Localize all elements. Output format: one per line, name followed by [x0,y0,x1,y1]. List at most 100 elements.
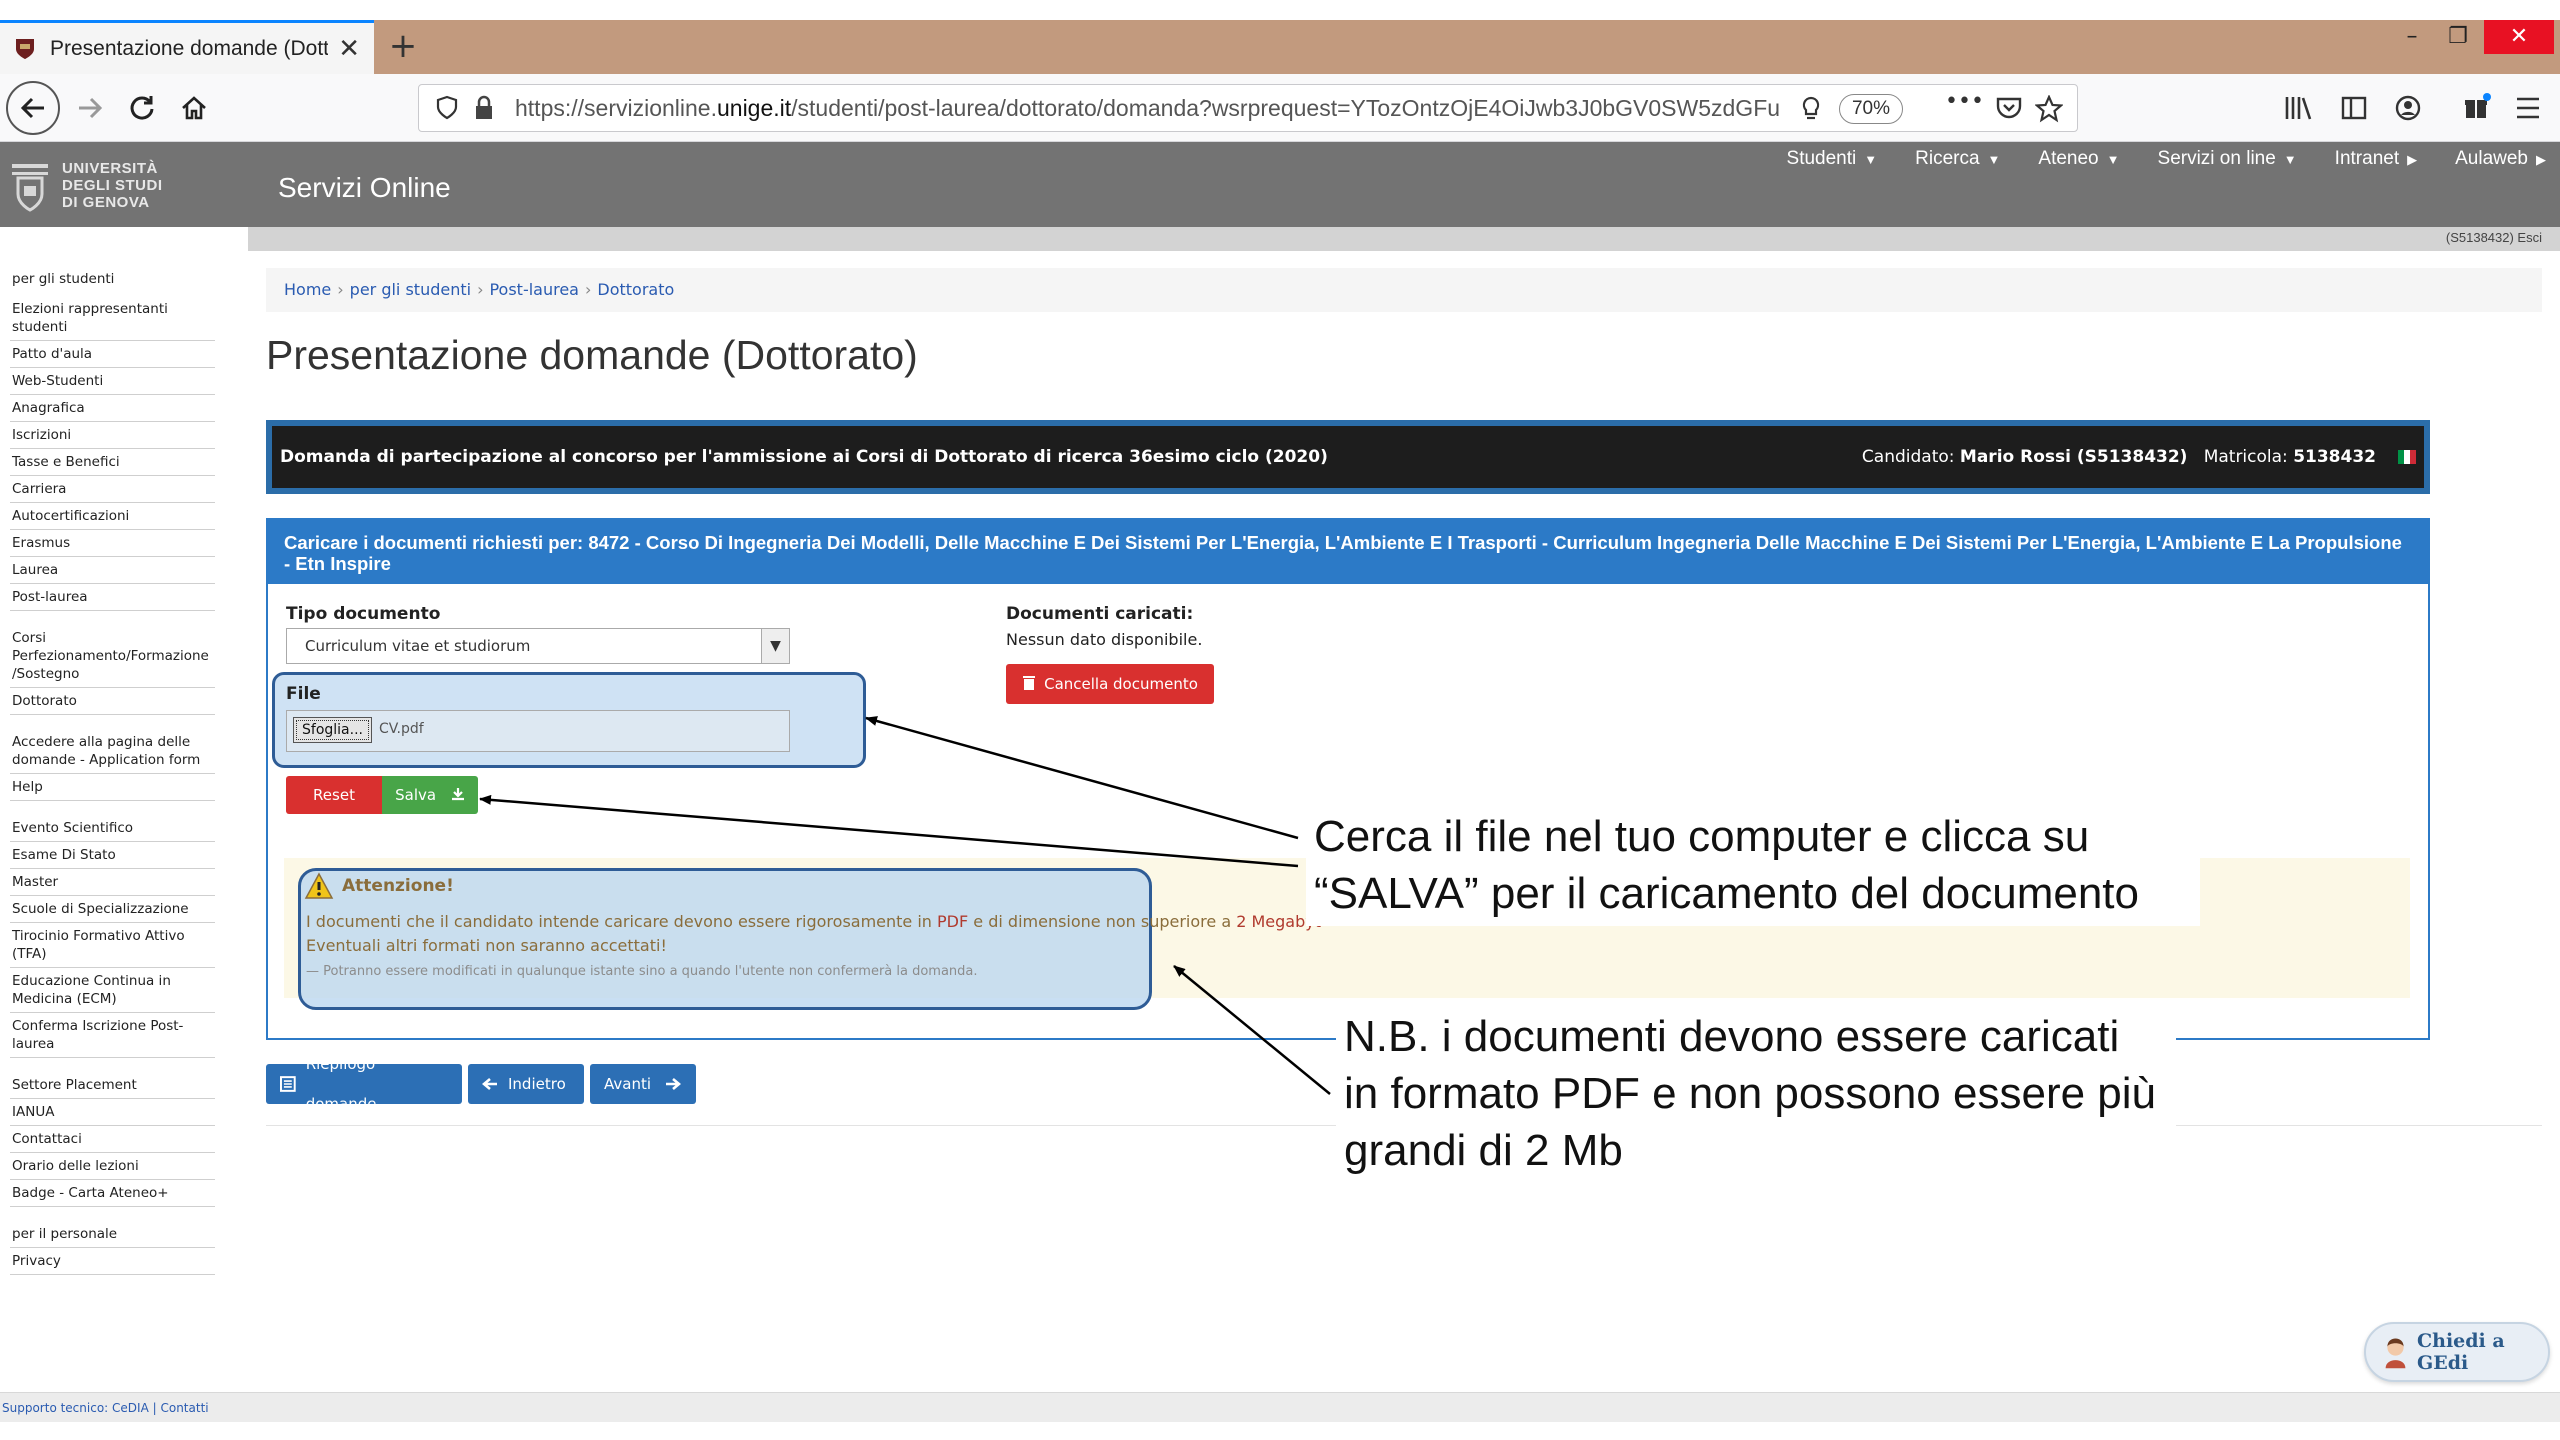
matricola-value: 5138432 [2293,447,2376,467]
indietro-button[interactable]: Indietro [468,1064,584,1104]
sidebar-item-evento-scientifico[interactable]: Evento Scientifico [10,815,215,842]
footer-separator: | [152,1401,157,1415]
close-window-button[interactable]: ✕ [2484,20,2554,54]
avanti-label: Avanti [604,1075,652,1093]
caret-down-icon: ▼ [2283,152,2297,167]
upload-panel: Caricare i documenti richiesti per: 8472… [266,518,2430,1040]
chevron-down-icon: ▼ [761,629,789,663]
sidebar-item-esame-di-stato[interactable]: Esame Di Stato [10,842,215,869]
zoom-level-badge[interactable]: 70% [1839,94,1903,124]
sidebar-item-autocertificazioni[interactable]: Autocertificazioni [10,503,215,530]
sidebar-toggle-icon[interactable] [2340,94,2368,122]
caret-down-icon: ▼ [1864,152,1878,167]
file-input[interactable]: Sfoglia... CV.pdf [286,710,790,752]
download-icon [451,788,464,801]
browse-button[interactable]: Sfoglia... [293,717,372,743]
shield-icon[interactable] [435,95,459,121]
account-icon[interactable] [2394,94,2422,122]
new-tab-button[interactable]: + [382,26,424,68]
url-text[interactable]: https://servizionline.unige.it/studenti/… [515,95,1795,122]
sidebar-item-accedere-domande[interactable]: Accedere alla pagina delle domande - App… [10,729,215,774]
sidebar-item-conferma-iscrizione[interactable]: Conferma Iscrizione Post-laurea [10,1013,215,1058]
sidebar-item-corsi-perfezionamento[interactable]: Corsi Perfezionamento/Formazione /Sosteg… [10,625,215,688]
library-icon[interactable] [2284,94,2314,122]
sidebar-item-per-gli-studenti[interactable]: per gli studenti [10,266,215,296]
bookmark-star-icon[interactable] [2035,95,2063,123]
sidebar-item-iscrizioni[interactable]: Iscrizioni [10,422,215,449]
window-frame [0,0,2560,20]
sidebar-item-settore-placement[interactable]: Settore Placement [10,1072,215,1099]
sidebar-item-elezioni[interactable]: Elezioni rappresentanti studenti [10,296,215,341]
sidebar-menu: per gli studenti Elezioni rappresentanti… [10,266,215,1275]
university-logo[interactable]: UNIVERSITÀ DEGLI STUDI DI GENOVA [10,160,163,212]
warning-text: I documenti che il candidato intende car… [306,912,938,931]
forward-button[interactable] [64,82,116,134]
tab-close-icon[interactable]: ✕ [338,36,360,62]
sidebar-item-erasmus[interactable]: Erasmus [10,530,215,557]
save-button[interactable]: Salva [382,776,478,814]
topnav-item-ricerca[interactable]: Ricerca ▼ [1915,148,2000,170]
sidebar-item-privacy[interactable]: Privacy [10,1248,215,1275]
sidebar-item-patto-aula[interactable]: Patto d'aula [10,341,215,368]
gift-icon[interactable] [2462,92,2492,122]
topnav-item-intranet[interactable]: Intranet ▶ [2335,148,2417,170]
chat-assistant-label: Chiedi a GEdi [2417,1330,2505,1374]
site-title[interactable]: Servizi Online [278,172,451,204]
topnav-item-servizi[interactable]: Servizi on line ▼ [2158,148,2297,170]
sidebar-item-tfa[interactable]: Tirocinio Formativo Attivo (TFA) [10,923,215,968]
topnav-item-ateneo[interactable]: Ateneo ▼ [2038,148,2119,170]
more-actions-icon[interactable]: ••• [1945,89,1984,114]
forward-arrow-icon [79,97,103,119]
topnav-item-studenti[interactable]: Studenti ▼ [1787,148,1878,170]
sidebar-item-post-laurea[interactable]: Post-laurea [10,584,215,611]
tipo-documento-select[interactable]: Curriculum vitae et studiorum ▼ [286,628,790,664]
indietro-label: Indietro [508,1075,566,1093]
topnav-label: Ateneo [2038,148,2099,169]
arrow-left-icon [482,1078,497,1090]
sidebar-item-laurea[interactable]: Laurea [10,557,215,584]
delete-document-button[interactable]: Cancella documento [1006,664,1214,704]
avanti-button[interactable]: Avanti [590,1064,696,1104]
breadcrumb-home[interactable]: Home [284,280,331,299]
back-button[interactable] [6,81,60,135]
lock-icon[interactable] [473,95,495,121]
browser-tab[interactable]: Presentazione domande (Dotto ✕ [0,20,374,74]
reset-button[interactable]: Reset [286,776,382,814]
reload-button[interactable] [116,82,168,134]
list-icon [280,1076,296,1092]
footer-link-cedia[interactable]: CeDIA [112,1401,149,1415]
sidebar-item-web-studenti[interactable]: Web-Studenti [10,368,215,395]
sidebar-item-carriera[interactable]: Carriera [10,476,215,503]
sidebar-item-tasse[interactable]: Tasse e Benefici [10,449,215,476]
pocket-icon[interactable] [1995,95,2023,121]
maximize-window-button[interactable]: ❐ [2430,20,2486,54]
lightbulb-icon[interactable] [1799,95,1823,123]
url-bar[interactable]: https://servizionline.unige.it/studenti/… [418,84,2078,132]
sidebar-item-master[interactable]: Master [10,869,215,896]
sidebar-item-per-il-personale[interactable]: per il personale [10,1221,215,1248]
topnav-item-aulaweb[interactable]: Aulaweb ▶ [2455,148,2546,170]
sidebar-item-ecm[interactable]: Educazione Continua in Medicina (ECM) [10,968,215,1013]
sidebar-item-contattaci[interactable]: Contattaci [10,1126,215,1153]
breadcrumb-per-gli-studenti[interactable]: per gli studenti [350,280,471,299]
breadcrumb-dottorato[interactable]: Dottorato [597,280,674,299]
sidebar-item-dottorato[interactable]: Dottorato [10,688,215,715]
sidebar-item-help[interactable]: Help [10,774,215,801]
page-title: Presentazione domande (Dottorato) [266,332,918,378]
sidebar-item-orario-lezioni[interactable]: Orario delle lezioni [10,1153,215,1180]
breadcrumb: Home › per gli studenti › Post-laurea › Dottor… [266,268,2542,312]
sidebar-item-ianua[interactable]: IANUA [10,1099,215,1126]
breadcrumb-post-laurea[interactable]: Post-laurea [489,280,579,299]
logo-text: UNIVERSITÀ DEGLI STUDI DI GENOVA [62,160,163,211]
sidebar-item-scuole-specializzazione[interactable]: Scuole di Specializzazione [10,896,215,923]
user-info-logout[interactable]: (S5138432) Esci [2446,230,2542,245]
footer-link-contatti[interactable]: Contatti [160,1401,208,1415]
callout-line: “SALVA” per il caricamento del documento [1314,869,2139,918]
home-button[interactable] [168,82,220,134]
warning-text: e di dimensione non superiore a [968,912,1237,931]
riepilogo-domande-button[interactable]: Riepilogo domande [266,1055,462,1113]
chat-assistant-button[interactable]: Chiedi a GEdi [2364,1322,2550,1382]
hamburger-menu-icon[interactable] [2514,96,2542,120]
sidebar-item-anagrafica[interactable]: Anagrafica [10,395,215,422]
sidebar-item-badge[interactable]: Badge - Carta Ateneo+ [10,1180,215,1207]
